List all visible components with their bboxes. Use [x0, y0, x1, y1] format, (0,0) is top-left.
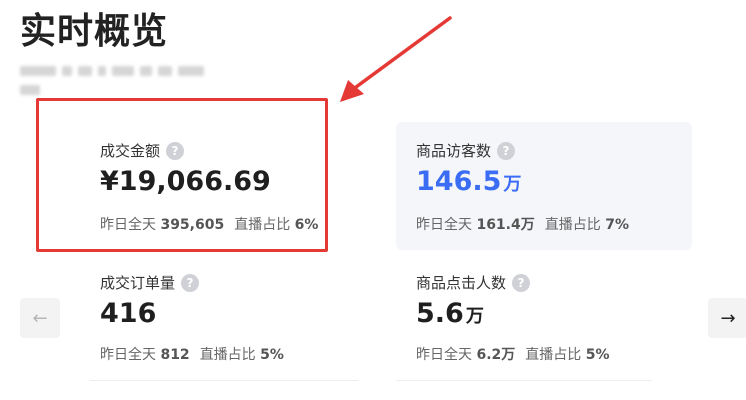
- metric-card-visitors[interactable]: 商品访客数 ? 146.5 万 昨日全天 161.4万 直播占比 7%: [396, 122, 692, 250]
- metric-value: 416: [100, 298, 157, 329]
- metric-value: 146.5 万: [416, 166, 522, 197]
- metric-card-clicks[interactable]: 商品点击人数 ? 5.6 万 昨日全天 6.2万 直播占比 5%: [396, 258, 692, 374]
- subtitle-redacted: [20, 60, 216, 95]
- metric-card-orders[interactable]: 成交订单量 ? 416 昨日全天 812 直播占比 5%: [90, 258, 370, 374]
- help-icon[interactable]: ?: [181, 273, 200, 292]
- page-title: 实时概览: [20, 11, 169, 52]
- metric-label: 商品访客数: [416, 142, 492, 160]
- metric-label: 商品点击人数: [416, 274, 507, 292]
- annotation-arrow-icon: [340, 16, 452, 102]
- metric-label: 成交订单量: [100, 274, 176, 292]
- carousel-prev-button[interactable]: ←: [20, 298, 60, 338]
- help-icon[interactable]: ?: [512, 273, 531, 292]
- card-divider: [90, 380, 358, 381]
- help-icon[interactable]: ?: [497, 141, 516, 160]
- annotation-highlight-box: [36, 98, 328, 252]
- carousel-next-button[interactable]: →: [708, 298, 746, 338]
- metric-value: 5.6 万: [416, 298, 484, 329]
- arrow-left-icon: ←: [32, 307, 48, 329]
- metric-meta: 昨日全天 161.4万 直播占比 7%: [416, 217, 629, 233]
- arrow-right-icon: →: [720, 307, 736, 329]
- card-divider: [396, 380, 652, 381]
- metric-meta: 昨日全天 6.2万 直播占比 5%: [416, 347, 610, 363]
- metric-meta: 昨日全天 812 直播占比 5%: [100, 347, 284, 363]
